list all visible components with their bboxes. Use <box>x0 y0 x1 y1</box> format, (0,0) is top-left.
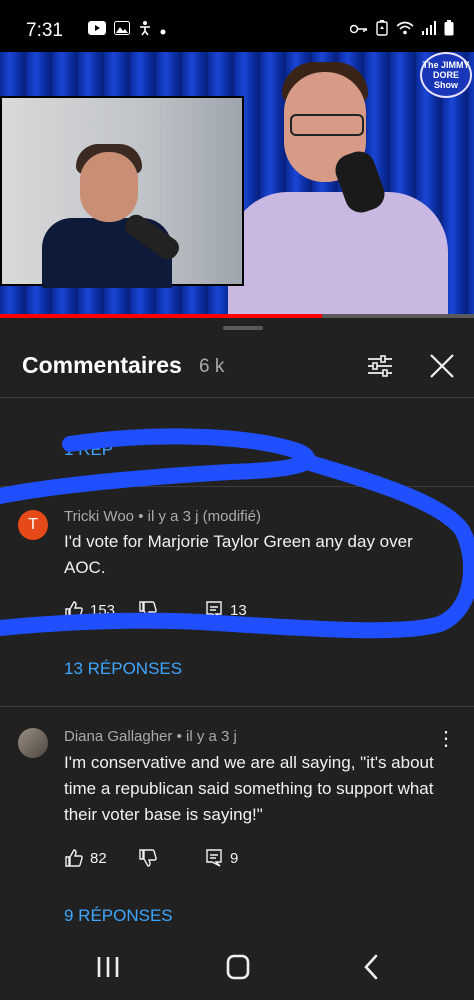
like-count: 153 <box>90 601 116 619</box>
comment-meta: Tricki Woo • il y a 3 j (modifié) <box>64 508 261 525</box>
wifi-icon <box>396 21 414 39</box>
sheet-drag-handle[interactable] <box>223 326 263 330</box>
comment-author[interactable]: Tricki Woo <box>64 508 134 525</box>
thumbs-down-icon <box>139 849 157 867</box>
comment-text: I'm conservative and we are all saying, … <box>64 753 434 824</box>
dislike-button[interactable] <box>138 848 158 868</box>
youtube-icon <box>88 21 106 39</box>
like-button[interactable]: 82 <box>64 848 107 868</box>
accessibility-icon <box>138 20 152 40</box>
close-icon[interactable] <box>428 352 456 380</box>
comment-divider <box>0 486 474 487</box>
like-count: 82 <box>90 849 107 867</box>
thumbs-down-icon <box>139 601 157 619</box>
status-bar: 7:31 <box>0 0 474 52</box>
comments-count: 6 k <box>199 356 225 377</box>
guest-head <box>80 152 138 222</box>
sort-filter-icon[interactable] <box>366 352 394 380</box>
home-icon[interactable] <box>220 952 256 982</box>
reply-count: 13 <box>230 601 247 619</box>
signal-icon <box>422 21 436 39</box>
comment-meta: Diana Gallagher • il y a 3 j <box>64 728 237 745</box>
status-icons-right <box>349 20 454 40</box>
like-button[interactable]: 153 <box>64 600 115 620</box>
gallery-icon <box>114 21 130 39</box>
reply-icon <box>206 601 222 619</box>
reply-button[interactable]: 9 <box>204 848 238 868</box>
thumbs-up-icon <box>65 601 83 619</box>
view-replies-link[interactable]: 9 RÉPONSES <box>64 906 173 926</box>
comment-more-icon[interactable]: ⋮ <box>436 727 456 751</box>
partial-replies-link[interactable]: 1 RÉP <box>64 440 113 460</box>
key-icon <box>349 22 368 39</box>
comment-more-icon[interactable]: ⋮ <box>436 505 456 529</box>
comments-title: Commentaires <box>22 352 182 378</box>
comment-age: il y a 3 j <box>147 508 199 525</box>
avatar[interactable] <box>18 728 48 758</box>
header-divider <box>0 397 474 398</box>
guest-inset-video <box>0 96 244 288</box>
dot-icon <box>160 22 166 39</box>
thumbs-up-icon <box>65 849 83 867</box>
recent-apps-icon[interactable] <box>90 952 126 982</box>
battery-icon <box>444 20 454 40</box>
comment-divider <box>0 706 474 707</box>
host-glasses <box>290 114 364 136</box>
avatar[interactable]: T <box>18 510 48 540</box>
status-icons-left <box>88 20 166 40</box>
edited-label: (modifié) <box>202 508 261 525</box>
video-player[interactable]: The JIMMY DORE Show <box>0 52 474 318</box>
comment-text: I'd vote for Marjorie Taylor Green any d… <box>64 532 413 577</box>
status-time: 7:31 <box>26 20 63 41</box>
comment-author[interactable]: Diana Gallagher <box>64 728 172 745</box>
view-replies-link[interactable]: 13 RÉPONSES <box>64 659 182 679</box>
battery-saver-icon <box>376 20 388 40</box>
reply-button[interactable]: 13 <box>204 600 247 620</box>
reply-count: 9 <box>230 849 239 867</box>
host-body <box>228 192 448 318</box>
back-icon[interactable] <box>354 952 390 982</box>
bullet-separator: • <box>138 508 148 525</box>
bullet-separator: • <box>176 728 186 745</box>
comment-age: il y a 3 j <box>186 728 237 745</box>
show-logo: The JIMMY DORE Show <box>420 52 472 98</box>
dislike-button[interactable] <box>138 600 158 620</box>
reply-icon <box>206 849 222 867</box>
